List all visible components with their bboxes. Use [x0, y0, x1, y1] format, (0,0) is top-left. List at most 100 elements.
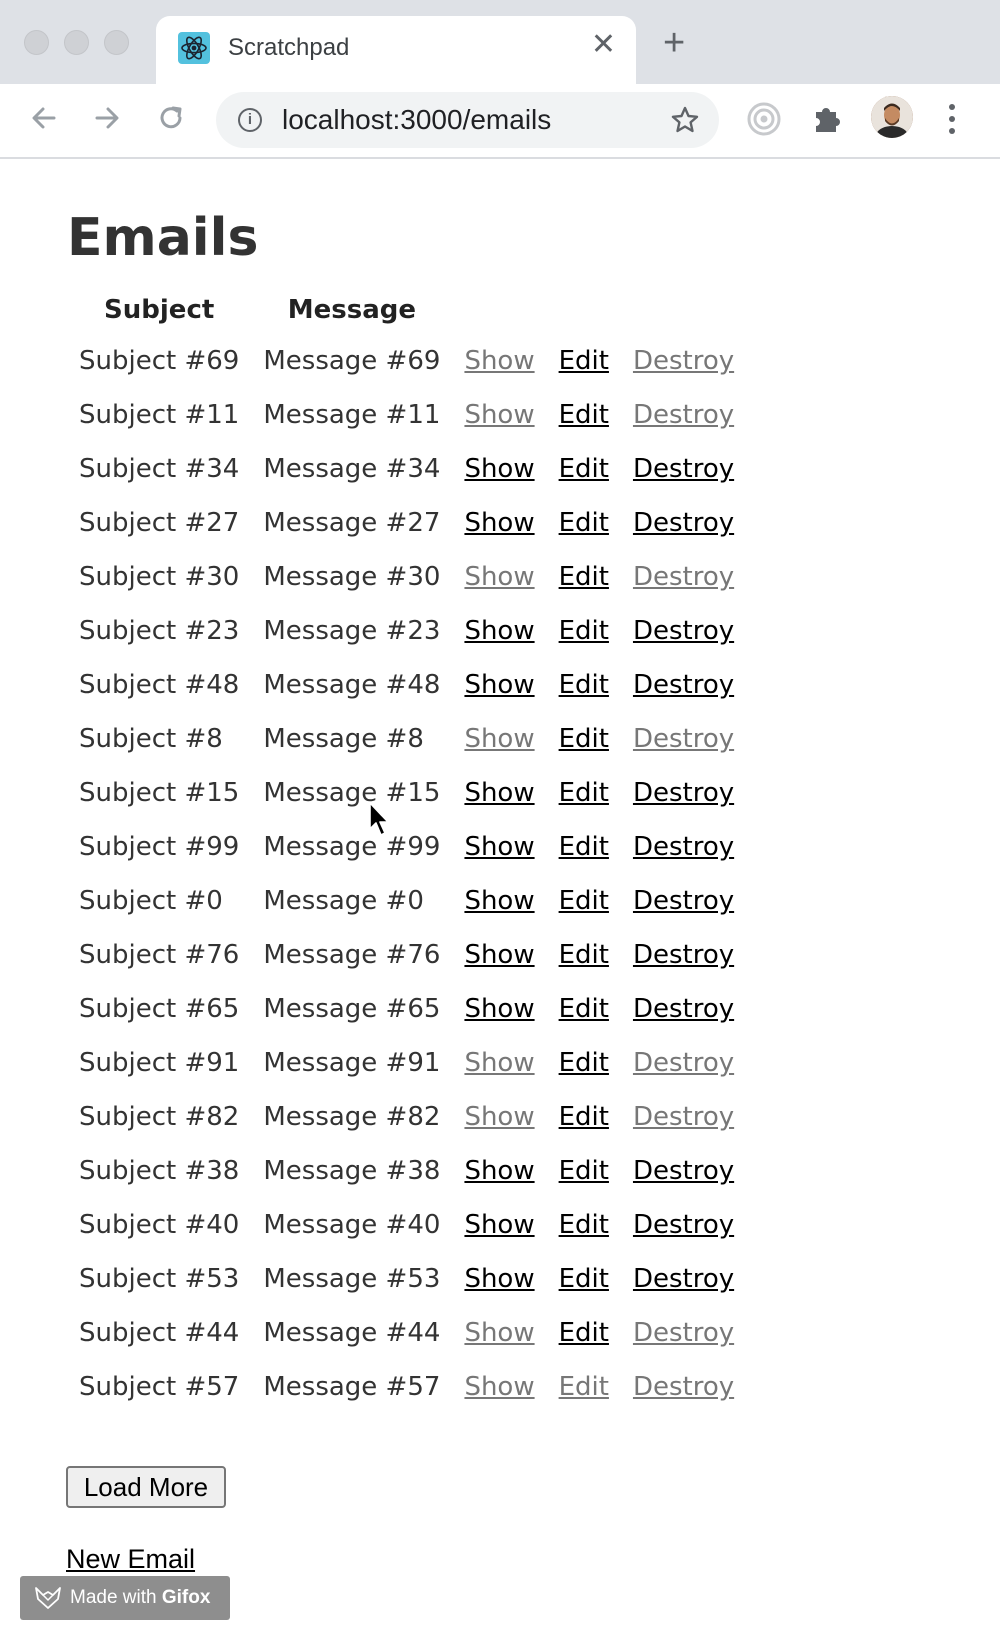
- watermark-text: Made with Gifox: [70, 1587, 210, 1609]
- message-cell: Message #11: [263, 400, 441, 430]
- destroy-link[interactable]: Destroy: [633, 562, 734, 592]
- message-cell: Message #0: [263, 886, 424, 916]
- edit-link[interactable]: Edit: [559, 1102, 609, 1132]
- message-cell: Message #99: [263, 832, 441, 862]
- show-link[interactable]: Show: [464, 724, 534, 754]
- table-row: Subject #99 Message #99 Show Edit Destroy: [67, 820, 746, 874]
- show-link[interactable]: Show: [464, 1264, 534, 1294]
- show-link[interactable]: Show: [464, 508, 534, 538]
- table-row: Subject #8 Message #8 Show Edit Destroy: [67, 712, 746, 766]
- destroy-link[interactable]: Destroy: [633, 1372, 734, 1402]
- show-link[interactable]: Show: [464, 940, 534, 970]
- edit-link[interactable]: Edit: [559, 670, 609, 700]
- edit-link[interactable]: Edit: [559, 940, 609, 970]
- show-link[interactable]: Show: [464, 616, 534, 646]
- destroy-link[interactable]: Destroy: [633, 1264, 734, 1294]
- edit-cell: Edit: [547, 820, 621, 874]
- edit-link[interactable]: Edit: [559, 1264, 609, 1294]
- destroy-cell: Destroy: [621, 658, 746, 712]
- show-link[interactable]: Show: [464, 1102, 534, 1132]
- destroy-link[interactable]: Destroy: [633, 724, 734, 754]
- show-link[interactable]: Show: [464, 562, 534, 592]
- edit-link[interactable]: Edit: [559, 508, 609, 538]
- forward-arrow-icon[interactable]: [87, 98, 127, 138]
- show-link[interactable]: Show: [464, 832, 534, 862]
- edit-link[interactable]: Edit: [559, 1048, 609, 1078]
- destroy-link[interactable]: Destroy: [633, 670, 734, 700]
- destroy-link[interactable]: Destroy: [633, 778, 734, 808]
- edit-link[interactable]: Edit: [559, 778, 609, 808]
- close-icon[interactable]: ✕: [591, 30, 616, 60]
- subject-cell: Subject #91: [79, 1048, 240, 1078]
- destroy-link[interactable]: Destroy: [633, 346, 734, 376]
- edit-link[interactable]: Edit: [559, 616, 609, 646]
- edit-link[interactable]: Edit: [559, 1372, 609, 1402]
- destroy-link[interactable]: Destroy: [633, 400, 734, 430]
- edit-cell: Edit: [547, 1306, 621, 1360]
- destroy-link[interactable]: Destroy: [633, 886, 734, 916]
- show-link[interactable]: Show: [464, 346, 534, 376]
- edit-link[interactable]: Edit: [559, 832, 609, 862]
- destroy-link[interactable]: Destroy: [633, 1318, 734, 1348]
- new-tab-icon[interactable]: +: [663, 24, 685, 62]
- destroy-link[interactable]: Destroy: [633, 508, 734, 538]
- star-icon[interactable]: [669, 104, 701, 136]
- new-email-link[interactable]: New Email: [66, 1544, 195, 1575]
- edit-cell: Edit: [547, 496, 621, 550]
- destroy-link[interactable]: Destroy: [633, 940, 734, 970]
- destroy-link[interactable]: Destroy: [633, 454, 734, 484]
- window-zoom-dot[interactable]: [104, 30, 129, 55]
- destroy-link[interactable]: Destroy: [633, 1048, 734, 1078]
- edit-link[interactable]: Edit: [559, 886, 609, 916]
- destroy-cell: Destroy: [621, 1036, 746, 1090]
- edit-link[interactable]: Edit: [559, 1156, 609, 1186]
- destroy-link[interactable]: Destroy: [633, 994, 734, 1024]
- show-link[interactable]: Show: [464, 778, 534, 808]
- edit-link[interactable]: Edit: [559, 454, 609, 484]
- destroy-cell: Destroy: [621, 442, 746, 496]
- target-extension-icon[interactable]: [743, 98, 785, 140]
- back-arrow-icon[interactable]: [24, 98, 64, 138]
- destroy-link[interactable]: Destroy: [633, 1102, 734, 1132]
- browser-tab-strip: Scratchpad ✕ +: [0, 0, 1000, 84]
- avatar[interactable]: [871, 96, 913, 138]
- destroy-link[interactable]: Destroy: [633, 616, 734, 646]
- show-link[interactable]: Show: [464, 400, 534, 430]
- puzzle-icon[interactable]: [806, 98, 848, 140]
- edit-link[interactable]: Edit: [559, 994, 609, 1024]
- edit-cell: Edit: [547, 388, 621, 442]
- show-link[interactable]: Show: [464, 1210, 534, 1240]
- message-cell: Message #40: [263, 1210, 441, 1240]
- window-minimize-dot[interactable]: [64, 30, 89, 55]
- load-more-button[interactable]: Load More: [66, 1466, 226, 1508]
- reload-icon[interactable]: [151, 98, 191, 138]
- window-close-dot[interactable]: [24, 30, 49, 55]
- more-vert-icon[interactable]: [948, 102, 956, 136]
- address-bar[interactable]: i localhost:3000/emails: [216, 92, 719, 148]
- show-link[interactable]: Show: [464, 1156, 534, 1186]
- show-link[interactable]: Show: [464, 454, 534, 484]
- table-row: Subject #27 Message #27 Show Edit Destroy: [67, 496, 746, 550]
- destroy-cell: Destroy: [621, 496, 746, 550]
- subject-cell: Subject #40: [79, 1210, 240, 1240]
- edit-link[interactable]: Edit: [559, 724, 609, 754]
- show-link[interactable]: Show: [464, 1318, 534, 1348]
- edit-cell: Edit: [547, 1090, 621, 1144]
- edit-link[interactable]: Edit: [559, 1210, 609, 1240]
- edit-link[interactable]: Edit: [559, 346, 609, 376]
- browser-tab[interactable]: Scratchpad ✕: [156, 16, 636, 84]
- show-link[interactable]: Show: [464, 670, 534, 700]
- destroy-link[interactable]: Destroy: [633, 1210, 734, 1240]
- message-cell: Message #8: [263, 724, 424, 754]
- destroy-link[interactable]: Destroy: [633, 832, 734, 862]
- message-cell: Message #27: [263, 508, 441, 538]
- show-link[interactable]: Show: [464, 1372, 534, 1402]
- edit-link[interactable]: Edit: [559, 1318, 609, 1348]
- show-link[interactable]: Show: [464, 886, 534, 916]
- info-icon[interactable]: i: [238, 108, 262, 132]
- edit-link[interactable]: Edit: [559, 400, 609, 430]
- edit-link[interactable]: Edit: [559, 562, 609, 592]
- show-link[interactable]: Show: [464, 994, 534, 1024]
- destroy-link[interactable]: Destroy: [633, 1156, 734, 1186]
- show-link[interactable]: Show: [464, 1048, 534, 1078]
